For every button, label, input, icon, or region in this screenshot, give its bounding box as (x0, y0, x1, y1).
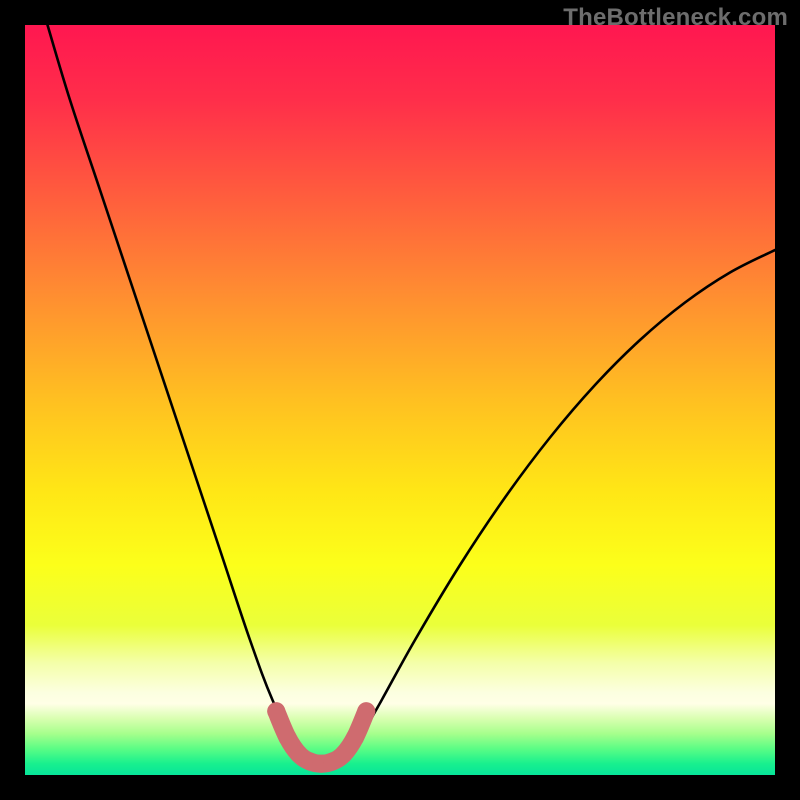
optimal-range-markers (267, 702, 375, 773)
bottleneck-curve (48, 25, 776, 764)
optimal-range-point (267, 702, 285, 720)
optimal-range-point (357, 702, 375, 720)
plot-area (25, 25, 775, 775)
watermark-text: TheBottleneck.com (563, 4, 788, 32)
curve-layer (25, 25, 775, 775)
optimal-range-point (335, 745, 353, 763)
optimal-range-point (279, 729, 297, 747)
optimal-range-point (346, 729, 364, 747)
chart-frame: TheBottleneck.com (0, 0, 800, 800)
